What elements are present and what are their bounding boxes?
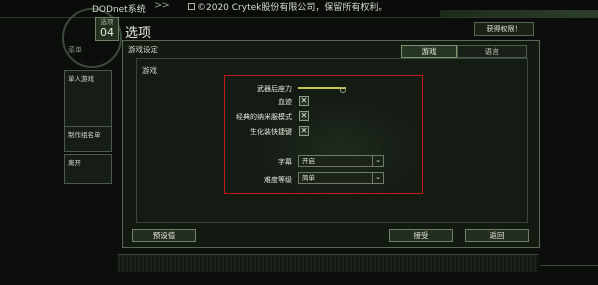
section-badge: 选项 04	[95, 17, 119, 41]
weapon-inertia-slider-handle[interactable]	[340, 87, 346, 93]
back-button[interactable]: 返回	[465, 229, 529, 242]
blood-label: 血迹	[278, 98, 292, 106]
chevron-down-icon: ⌄	[372, 156, 383, 166]
difficulty-label: 难度等级	[264, 176, 292, 184]
copyright-square-icon	[188, 3, 195, 10]
copyright-label: ©2020 Crytek股份有限公司，保留所有权利。	[197, 3, 388, 13]
subtitles-value: 开启	[302, 157, 315, 165]
subtitles-label: 字幕	[278, 158, 292, 166]
tab-language[interactable]: 语言	[457, 45, 527, 58]
app-title: DODnet系统	[92, 5, 146, 15]
sidebar-item-single-player[interactable]: 单人游戏	[64, 70, 112, 128]
classic-nanosuit-label: 经典的纳米服模式	[236, 113, 292, 121]
accept-button[interactable]: 接受	[389, 229, 453, 242]
permission-hint: 获得权限！	[474, 22, 534, 36]
settings-area-label: 游戏	[142, 66, 157, 75]
bottom-decoration	[118, 254, 538, 272]
sidebar-item-credits[interactable]: 制作组名单	[64, 126, 112, 152]
sidebar-label: 菜单	[68, 46, 82, 54]
difficulty-value: 简单	[302, 174, 315, 182]
top-right-bar	[440, 10, 598, 17]
tab-game[interactable]: 游戏	[401, 45, 457, 58]
arrows-icon: >>	[154, 0, 170, 11]
classic-nanosuit-checkbox[interactable]: ✕	[299, 111, 309, 121]
section-tag: 选项	[100, 18, 114, 26]
sidebar-item-exit[interactable]: 离开	[64, 154, 112, 184]
defaults-button[interactable]: 预设值	[132, 229, 196, 242]
bio-shortcut-checkbox[interactable]: ✕	[299, 126, 309, 136]
copyright-text: ©2020 Crytek股份有限公司，保留所有权利。	[188, 0, 387, 13]
weapon-inertia-slider[interactable]	[298, 87, 346, 89]
blood-checkbox[interactable]: ✕	[299, 96, 309, 106]
bottom-right-decoration	[540, 265, 598, 285]
chevron-down-icon: ⌄	[372, 173, 383, 183]
subtitles-select[interactable]: 开启 ⌄	[298, 155, 384, 167]
bio-shortcut-label: 生化装快捷键	[250, 128, 292, 136]
page-title: 选项	[125, 26, 152, 41]
difficulty-select[interactable]: 简单 ⌄	[298, 172, 384, 184]
panel-heading: 游戏设定	[128, 45, 158, 54]
section-number: 04	[100, 26, 114, 39]
weapon-inertia-label: 武器后座力	[257, 85, 292, 93]
